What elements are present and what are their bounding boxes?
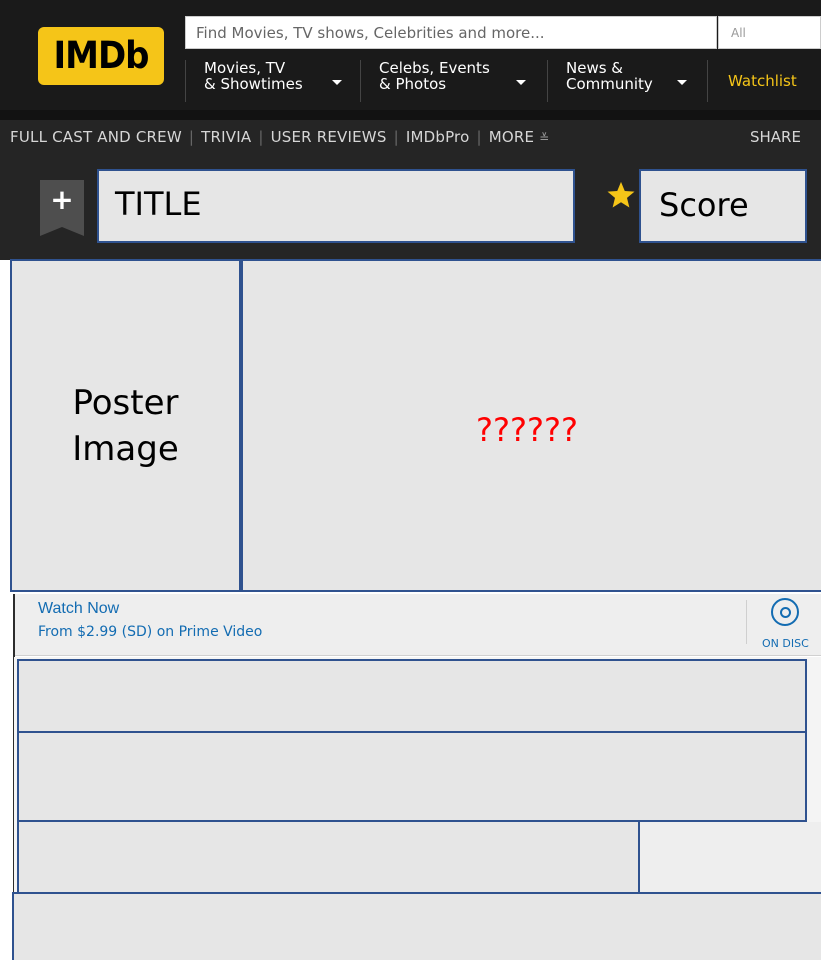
score-placeholder: Score xyxy=(639,169,807,243)
link-full-cast-and-crew[interactable]: FULL CAST AND CREW xyxy=(10,128,182,146)
caret-down-icon xyxy=(677,80,687,85)
nav-movies-tv-showtimes[interactable]: Movies, TV & Showtimes xyxy=(185,60,355,102)
content-placeholder-4 xyxy=(12,892,821,960)
divider xyxy=(746,600,747,644)
watchlist-label: Watchlist xyxy=(728,72,797,90)
separator: | xyxy=(258,128,264,146)
nav-label-line1: News & xyxy=(566,59,623,77)
link-trivia[interactable]: TRIVIA xyxy=(201,128,251,146)
nav-news-community[interactable]: News & Community xyxy=(547,60,705,102)
nav-watchlist[interactable]: Watchlist xyxy=(707,60,821,102)
imdb-logo[interactable]: IMDb xyxy=(38,27,164,85)
chevron-double-down-icon: ≚ xyxy=(539,131,550,145)
poster-label-line2: Image xyxy=(72,428,179,469)
caret-down-icon xyxy=(332,80,342,85)
subnav-links: FULL CAST AND CREW | TRIVIA | USER REVIEWS | I… xyxy=(10,128,549,146)
watch-now-link[interactable]: Watch Now xyxy=(38,600,119,618)
plus-icon: + xyxy=(50,183,74,216)
unknown-content-placeholder: ?????? xyxy=(241,259,821,592)
separator: | xyxy=(188,128,195,146)
link-more-label: MORE xyxy=(488,128,535,146)
content-placeholder-3 xyxy=(17,820,640,894)
title-placeholder: TITLE xyxy=(97,169,575,243)
link-imdbpro[interactable]: IMDbPro xyxy=(406,128,470,146)
link-more[interactable]: MORE ≚ xyxy=(489,128,550,146)
link-user-reviews[interactable]: USER REVIEWS xyxy=(271,128,387,146)
title-label: TITLE xyxy=(115,185,202,223)
poster-label-line1: Poster xyxy=(72,382,179,423)
search-category-select[interactable]: All xyxy=(718,16,821,49)
sidebar-blank xyxy=(640,822,821,892)
disc-icon[interactable] xyxy=(771,598,799,626)
navbar-divider xyxy=(0,110,821,120)
content-placeholder-2 xyxy=(17,731,807,822)
separator: | xyxy=(393,128,399,146)
separator: | xyxy=(476,128,482,146)
score-label: Score xyxy=(659,186,749,224)
nav-celebs-events-photos[interactable]: Celebs, Events & Photos xyxy=(360,60,545,102)
share-button[interactable]: SHARE xyxy=(750,128,801,146)
caret-down-icon xyxy=(516,80,526,85)
content-placeholder-1 xyxy=(17,659,807,733)
star-icon xyxy=(607,181,635,208)
prime-video-link[interactable]: From $2.99 (SD) on Prime Video xyxy=(38,624,262,640)
poster-image-placeholder: Poster Image xyxy=(10,259,241,592)
nav-label-line1: Celebs, Events xyxy=(379,59,490,77)
nav-label-line1: Movies, TV xyxy=(204,59,286,77)
logo-text: IMDb xyxy=(53,34,149,78)
on-disc-label[interactable]: ON DISC xyxy=(762,637,809,650)
unknown-label: ?????? xyxy=(476,411,578,449)
search-input[interactable]: Find Movies, TV shows, Celebrities and m… xyxy=(185,16,717,49)
